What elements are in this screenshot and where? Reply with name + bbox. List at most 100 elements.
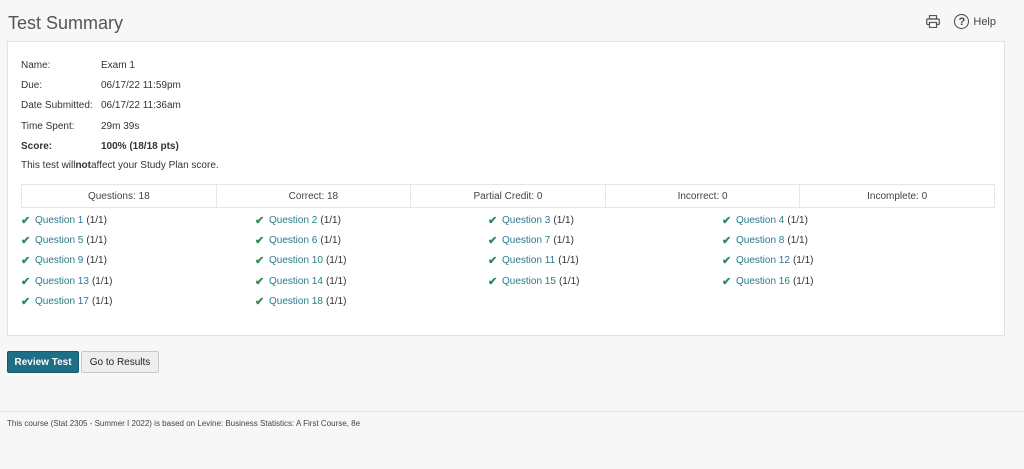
question-link[interactable]: Question 6 [269,235,317,246]
submitted-row: Date Submitted: 06/17/22 11:36am [21,96,219,116]
check-icon: ✔ [255,275,265,288]
question-item[interactable]: ✔ Question 9 (1/1) [21,254,107,267]
footer-divider [0,411,1024,412]
question-item[interactable]: ✔ Question 12 (1/1) [722,254,814,267]
question-link[interactable]: Question 11 [502,255,555,266]
question-score: (1/1) [787,235,808,247]
name-label: Name: [21,59,51,71]
question-item[interactable]: ✔ Question 13 (1/1) [21,275,113,288]
question-link[interactable]: Question 1 [35,215,83,226]
stat-incomplete: Incomplete: 0 [867,190,928,202]
check-icon: ✔ [722,275,732,288]
question-score: (1/1) [558,255,579,267]
submitted-value: 06/17/22 11:36am [101,100,181,112]
check-icon: ✔ [255,255,265,268]
score-label: Score: [21,140,53,152]
submitted-label: Date Submitted: [21,100,93,112]
question-item[interactable]: ✔ Question 14 (1/1) [255,275,347,288]
score-value: 100% (18/18 pts) [101,140,179,152]
check-icon: ✔ [21,235,31,248]
question-score: (1/1) [86,255,107,267]
question-link[interactable]: Question 3 [502,215,550,226]
check-icon: ✔ [21,295,31,308]
question-item[interactable]: ✔ Question 17 (1/1) [21,295,113,308]
question-link[interactable]: Question 15 [502,276,556,287]
question-link[interactable]: Question 16 [736,276,790,287]
note-suffix: affect your Study Plan score. [91,159,219,171]
question-link[interactable]: Question 9 [35,255,83,266]
check-icon: ✔ [722,215,732,227]
name-row: Name: Exam 1 [21,55,219,75]
question-score: (1/1) [787,215,808,226]
question-item[interactable]: ✔ Question 6 (1/1) [255,234,341,247]
question-link[interactable]: Question 8 [736,235,784,246]
question-item[interactable]: ✔ Question 16 (1/1) [722,275,814,288]
question-item[interactable]: ✔ Question 5 (1/1) [21,234,107,247]
question-item[interactable]: ✔ Question 15 (1/1) [488,275,580,288]
time-label: Time Spent: [21,120,75,132]
print-icon[interactable] [926,15,941,28]
question-link[interactable]: Question 7 [502,235,550,246]
test-info: Name: Exam 1 Due: 06/17/22 11:59pm Date … [21,55,219,174]
question-link[interactable]: Question 13 [35,276,89,287]
stat-questions: Questions: 18 [22,185,217,207]
question-score: (1/1) [91,275,113,287]
time-row: Time Spent: 29m 39s [21,116,219,136]
question-item[interactable]: ✔ Question 2 (1/1) [255,214,341,227]
question-link[interactable]: Question 18 [269,296,323,307]
check-icon: ✔ [722,255,732,268]
question-link[interactable]: Question 5 [35,235,83,246]
note-bold: not [75,159,91,171]
time-value: 29m 39s [101,120,140,132]
summary-panel: Name: Exam 1 Due: 06/17/22 11:59pm Date … [7,41,1005,336]
due-value: 06/17/22 11:59pm [101,79,181,91]
question-item[interactable]: ✔ Question 11 (1/1) [488,254,579,267]
question-item[interactable]: ✔ Question 18 (1/1) [255,295,347,308]
check-icon: ✔ [21,275,31,288]
question-link[interactable]: Question 14 [269,276,323,287]
check-icon: ✔ [488,235,498,248]
question-item[interactable]: ✔ Question 3 (1/1) [488,214,574,227]
question-item[interactable]: ✔ Question 8 (1/1) [722,234,808,247]
due-label: Due: [21,79,43,91]
question-link[interactable]: Question 4 [736,215,784,226]
review-test-button[interactable]: Review Test [7,351,79,373]
question-link[interactable]: Question 17 [35,296,89,307]
check-icon: ✔ [21,215,31,227]
question-item[interactable]: ✔ Question 7 (1/1) [488,234,574,247]
question-link[interactable]: Question 10 [269,255,323,266]
question-score: (1/1) [86,235,107,247]
question-link[interactable]: Question 2 [269,215,317,226]
question-item[interactable]: ✔ Question 4 (1/1) [722,214,808,227]
stat-partial-credit: Partial Credit: 0 [411,185,606,207]
due-row: Due: 06/17/22 11:59pm [21,75,219,95]
stat-incorrect: Incorrect: 0 [606,185,801,207]
question-score: (1/1) [792,275,814,287]
page-title: Test Summary [8,13,124,33]
help-link[interactable]: ? Help [954,14,996,29]
question-score: (1/1) [320,235,341,247]
go-to-results-button[interactable]: Go to Results [81,351,159,373]
question-link[interactable]: Question 12 [736,255,790,266]
question-score: (1/1) [558,275,580,287]
check-icon: ✔ [255,295,265,308]
score-row: Score: 100% (18/18 pts) [21,136,219,156]
question-score: (1/1) [553,235,574,247]
question-score: (1/1) [792,255,814,267]
check-icon: ✔ [488,215,498,227]
question-item[interactable]: ✔ Question 1 (1/1) [21,214,107,227]
help-circle-icon: ? [954,14,970,29]
question-score: (1/1) [325,255,347,267]
question-score: (1/1) [86,215,107,226]
check-icon: ✔ [722,235,732,248]
help-label: Help [973,15,996,28]
stats-bar: Questions: 18 Correct: 18 Partial Credit… [21,184,995,208]
check-icon: ✔ [255,235,265,248]
stat-correct: Correct: 18 [217,185,412,207]
question-item[interactable]: ✔ Question 10 (1/1) [255,254,347,267]
course-footer: This course (Stat 2305 - Summer I 2022) … [7,419,361,428]
name-value: Exam 1 [101,59,135,71]
check-icon: ✔ [21,255,31,268]
question-score: (1/1) [91,295,113,307]
question-score: (1/1) [553,215,574,226]
